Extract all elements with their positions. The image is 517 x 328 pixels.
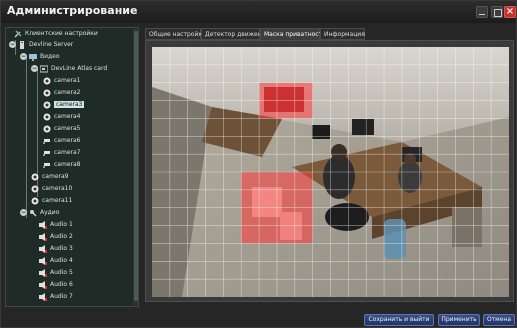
cctv-icon — [43, 162, 50, 168]
tree-item-atlas-card[interactable]: − DevLine Atlas card — [31, 63, 107, 74]
mask-grid[interactable] — [152, 47, 509, 297]
collapse-toggle[interactable]: − — [9, 41, 16, 48]
card-icon — [40, 65, 48, 72]
maximize-button[interactable] — [491, 6, 503, 18]
speaker-icon — [39, 232, 47, 241]
camera-icon — [43, 77, 51, 84]
tree-item-camera2[interactable]: camera2 — [43, 87, 80, 98]
settings-tree: Клиентские настройки − Devline Server − … — [5, 27, 139, 307]
chair — [325, 203, 369, 231]
tree-item-client-settings[interactable]: Клиентские настройки — [14, 28, 98, 39]
scrollbar-thumb[interactable] — [134, 31, 138, 301]
speaker-icon — [39, 292, 47, 301]
tree-scrollbar[interactable] — [133, 29, 138, 305]
cctv-icon — [43, 138, 50, 144]
speaker-icon — [39, 220, 47, 229]
tree-item-audio-6[interactable]: Audio 6 — [39, 279, 73, 290]
tab-motion-detector[interactable]: Детектор движения — [201, 28, 269, 40]
tree-item-camera9[interactable]: camera9 — [31, 171, 68, 182]
tree-item-camera6[interactable]: camera6 — [43, 135, 80, 146]
collapse-toggle[interactable]: − — [20, 53, 27, 60]
camera-frame[interactable] — [152, 47, 509, 297]
monitor — [352, 119, 374, 135]
monitor — [312, 125, 330, 139]
camera-icon — [31, 197, 39, 204]
apply-button[interactable]: Применить — [438, 314, 480, 326]
camera-icon — [43, 101, 51, 108]
tree-connector — [26, 67, 27, 218]
speaker-icon — [39, 256, 47, 265]
camera-icon — [31, 173, 39, 180]
microphone-icon — [30, 209, 37, 217]
speaker-icon — [39, 280, 47, 289]
tree-item-audio-1[interactable]: Audio 1 — [39, 219, 73, 230]
tools-icon — [14, 29, 22, 38]
camera-icon — [43, 113, 51, 120]
collapse-toggle[interactable]: − — [31, 65, 38, 72]
tree-item-audio[interactable]: − Аудио — [20, 207, 59, 218]
cancel-button[interactable]: Отмена — [483, 314, 515, 326]
tree-item-video[interactable]: − Видео — [20, 51, 60, 62]
tree-item-camera7[interactable]: camera7 — [43, 147, 80, 158]
collapse-toggle[interactable]: − — [20, 209, 27, 216]
tree-item-camera4[interactable]: camera4 — [43, 111, 80, 122]
tree-item-audio-5[interactable]: Audio 5 — [39, 267, 73, 278]
close-button[interactable]: × — [504, 6, 516, 18]
title-bar[interactable]: Администрирование × — [1, 1, 516, 23]
person — [323, 155, 355, 199]
tree-item-camera5[interactable]: camera5 — [43, 123, 80, 134]
tree-item-audio-3[interactable]: Audio 3 — [39, 243, 73, 254]
camera-icon — [43, 89, 51, 96]
admin-window: Администрирование × Клиентские настройки… — [0, 0, 517, 328]
water-cooler — [384, 219, 406, 259]
tree-item-audio-7[interactable]: Audio 7 — [39, 291, 73, 302]
camera-view[interactable] — [152, 47, 509, 297]
camera-icon — [43, 125, 51, 132]
monitor-icon — [29, 53, 37, 61]
cctv-icon — [43, 150, 50, 156]
tab-information[interactable]: Информация — [320, 28, 365, 40]
camera-icon — [31, 185, 39, 192]
tree-item-camera3[interactable]: camera3 — [43, 99, 85, 110]
tree-item-camera11[interactable]: camera11 — [31, 195, 72, 206]
speaker-icon — [39, 244, 47, 253]
privacy-mask-panel — [145, 40, 514, 302]
tree-item-camera10[interactable]: camera10 — [31, 183, 72, 194]
minimize-button[interactable] — [476, 6, 488, 18]
save-and-exit-button[interactable]: Сохранить и выйти — [364, 314, 434, 326]
person-head — [331, 144, 347, 160]
tree-item-camera1[interactable]: camera1 — [43, 75, 80, 86]
tab-general-settings[interactable]: Общие настройки — [145, 28, 206, 40]
tree-item-camera8[interactable]: camera8 — [43, 159, 80, 170]
speaker-icon — [39, 268, 47, 277]
tree-item-audio-2[interactable]: Audio 2 — [39, 231, 73, 242]
cabinet — [452, 207, 482, 247]
tab-privacy-mask[interactable]: Маска приватности — [260, 28, 326, 40]
server-icon — [20, 40, 24, 49]
tree-item-audio-4[interactable]: Audio 4 — [39, 255, 73, 266]
tree-item-devline-server[interactable]: − Devline Server — [9, 39, 73, 50]
person-head — [404, 153, 416, 165]
window-title: Администрирование — [7, 4, 138, 17]
